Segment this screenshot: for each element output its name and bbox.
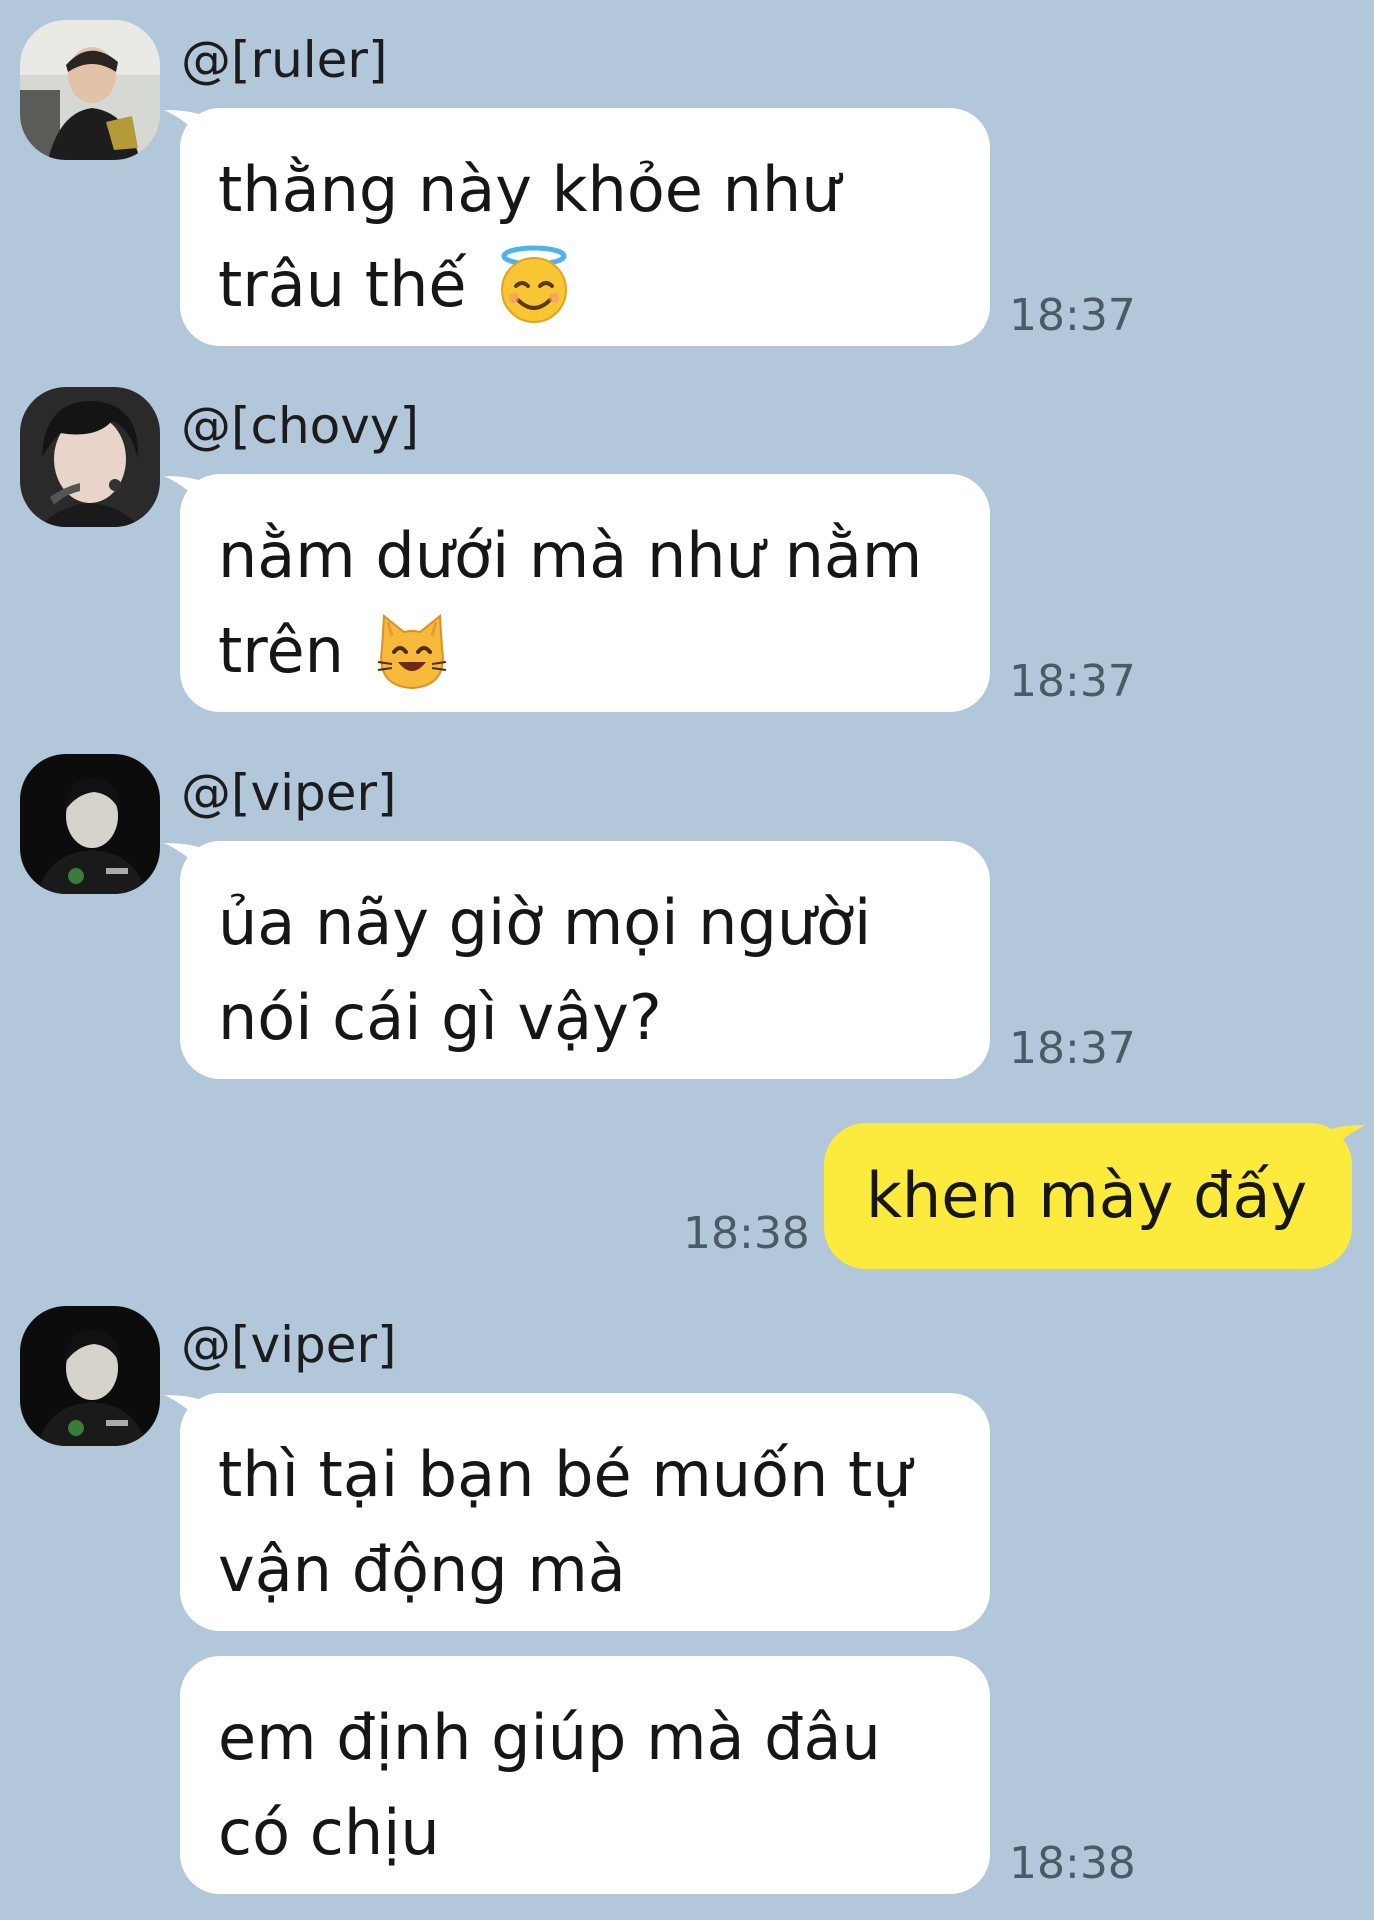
avatar-viper[interactable] — [20, 1306, 160, 1446]
avatar-viper[interactable] — [20, 754, 160, 894]
sender-name: @[viper] — [181, 764, 397, 822]
message-text-line: thì tại bạn bé muốn tự — [218, 1438, 912, 1511]
bubble-tail — [1322, 1125, 1366, 1163]
profile-photo-icon — [20, 387, 160, 527]
message-text-line: thằng này khỏe như — [218, 153, 841, 226]
sender-name: @[viper] — [181, 1316, 397, 1374]
message-bubble[interactable]: em định giúp mà đâu có chịu — [180, 1656, 990, 1894]
outgoing-timestamp: 18:38 — [683, 1208, 810, 1259]
smiling-face-with-halo-icon — [501, 245, 568, 323]
sender-name: @[chovy] — [181, 397, 419, 455]
bubble-tail — [164, 843, 208, 881]
message-bubble[interactable]: thì tại bạn bé muốn tự vận động mà — [164, 1393, 990, 1631]
message-timestamp: 18:38 — [1009, 1838, 1136, 1889]
message-timestamp: 18:37 — [1009, 290, 1136, 341]
avatar-chovy[interactable] — [20, 387, 160, 527]
outgoing-message-bubble[interactable]: khen mày đấy — [824, 1123, 1366, 1269]
sender-name: @[ruler] — [181, 31, 388, 89]
message-text-line: ủa nãy giờ mọi người — [218, 886, 872, 959]
outgoing-message-text: khen mày đấy — [866, 1159, 1308, 1232]
message-timestamp: 18:37 — [1009, 1023, 1136, 1074]
profile-photo-icon — [20, 1306, 160, 1446]
message-bubble[interactable]: thằng này khỏe như trâu thế — [164, 108, 990, 346]
profile-photo-icon — [20, 20, 160, 160]
message-bubble[interactable]: nằm dưới mà như nằm trên — [164, 474, 990, 712]
message-text-line: em định giúp mà đâu — [218, 1701, 881, 1774]
message-text-line: trâu thế — [218, 237, 950, 332]
message-timestamp: 18:37 — [1009, 656, 1136, 707]
bubble-tail — [164, 1395, 208, 1433]
message-text-line: có chịu — [218, 1796, 440, 1869]
message-bubble[interactable]: ủa nãy giờ mọi người nói cái gì vậy? — [164, 841, 990, 1079]
bubble-tail — [164, 476, 208, 514]
message-text-line: nói cái gì vậy? — [218, 981, 662, 1054]
avatar-ruler[interactable] — [20, 20, 160, 160]
message-text-line: nằm dưới mà như nằm — [218, 519, 923, 592]
bubble-tail — [164, 110, 208, 148]
message-text-line: trên — [218, 603, 950, 698]
grinning-cat-icon — [377, 613, 446, 689]
profile-photo-icon — [20, 754, 160, 894]
message-text-line: vận động mà — [218, 1533, 626, 1606]
